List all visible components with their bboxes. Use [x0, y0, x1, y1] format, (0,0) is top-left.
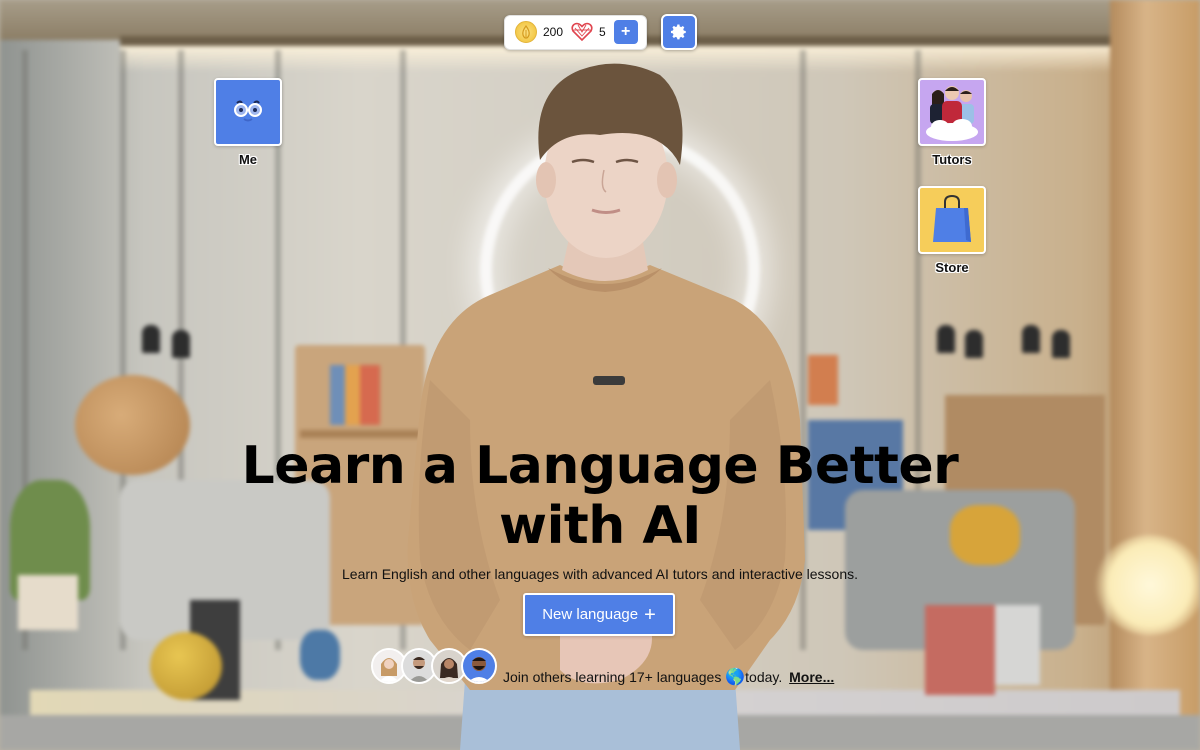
top-bar: 200 5 +: [504, 14, 697, 50]
gear-icon: [670, 24, 686, 40]
add-lives-button[interactable]: +: [613, 20, 638, 44]
stats-panel: 200 5 +: [504, 14, 647, 50]
tile-tutors[interactable]: Tutors: [918, 78, 986, 167]
hero-subtitle: Learn English and other languages with a…: [342, 566, 858, 582]
lives-count: 5: [599, 25, 606, 39]
cta-label: New language: [542, 606, 639, 623]
face-with-glasses-icon: [214, 78, 282, 146]
coin-count: 200: [543, 25, 564, 39]
hero-title: Learn a Language Better with AI: [241, 436, 959, 556]
background-scene: [0, 0, 1200, 750]
tile-label: Me: [238, 152, 258, 167]
plus-icon: +: [644, 603, 656, 626]
avatar-group: [371, 648, 497, 684]
globe-icon: 🌎: [725, 669, 746, 686]
tile-label: Store: [935, 260, 969, 275]
social-text-after: today.: [745, 669, 783, 685]
new-language-button[interactable]: New language +: [523, 593, 675, 636]
social-text-before: Join others learning 17+ languages: [503, 669, 726, 685]
avatar: [461, 648, 497, 684]
settings-button[interactable]: [660, 14, 697, 50]
coin-icon: [515, 21, 537, 43]
more-link[interactable]: More...: [789, 669, 834, 685]
social-text: Join others learning 17+ languages 🌎toda…: [503, 667, 834, 687]
tile-label: Tutors: [932, 152, 972, 167]
shopping-bag-icon: [918, 186, 986, 254]
tutors-group-icon: [918, 78, 986, 146]
tile-store[interactable]: Store: [918, 186, 986, 275]
social-proof: Join others learning 17+ languages 🌎toda…: [371, 645, 834, 687]
tile-me[interactable]: Me: [214, 78, 282, 167]
heart-icon: [571, 22, 593, 42]
